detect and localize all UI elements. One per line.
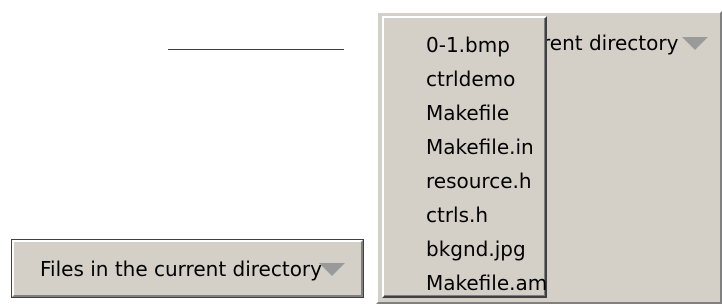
- list-item[interactable]: ctrldemo: [426, 62, 547, 96]
- list-item[interactable]: bkgnd.jpg: [426, 232, 547, 266]
- list-item[interactable]: ctrls.h: [426, 198, 547, 232]
- file-list: 0-1.bmp ctrldemo Makefile Makefile.in re…: [426, 28, 547, 300]
- list-item[interactable]: Makefile.am: [426, 266, 547, 300]
- dropdown-label-partial: rent directory: [542, 31, 679, 55]
- dropdown-separator: [168, 49, 344, 50]
- list-item[interactable]: 0-1.bmp: [426, 28, 547, 62]
- list-item[interactable]: Makefile.in: [426, 130, 547, 164]
- canvas: Files in the current directory rent dire…: [0, 0, 722, 304]
- triangle-down-icon[interactable]: [682, 37, 708, 50]
- dropdown-list-popup: 0-1.bmp ctrldemo Makefile Makefile.in re…: [382, 16, 547, 298]
- file-dropdown-closed[interactable]: Files in the current directory: [11, 239, 364, 298]
- list-item[interactable]: Makefile: [426, 96, 547, 130]
- dropdown-label: Files in the current directory: [40, 257, 322, 281]
- triangle-down-icon[interactable]: [319, 263, 345, 276]
- list-item[interactable]: resource.h: [426, 164, 547, 198]
